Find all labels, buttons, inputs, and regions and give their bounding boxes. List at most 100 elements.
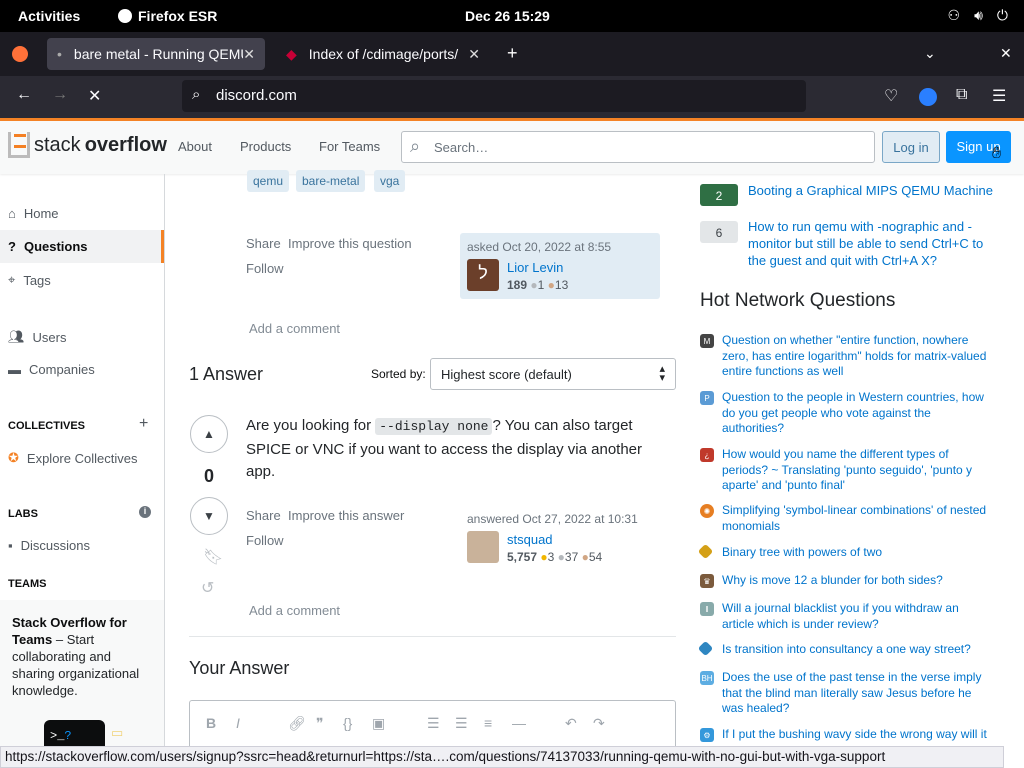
upvote-button[interactable]: ▲ <box>190 415 228 453</box>
quote-icon[interactable]: ❞ <box>316 715 324 732</box>
bronze-badge-icon: ● <box>547 278 555 292</box>
hnq-item[interactable]: ⚙ If I put the bushing wavy side the wron… <box>700 727 990 743</box>
italic-icon[interactable]: I <box>236 715 240 731</box>
downvote-button[interactable]: ▼ <box>190 497 228 535</box>
silver-badge-icon: ● <box>557 550 565 564</box>
url-bar[interactable]: ⌕ discord.com <box>182 80 806 112</box>
hnq-item[interactable]: P Question to the people in Western count… <box>700 390 990 437</box>
answer-body: Are you looking for --display none? You … <box>246 415 666 484</box>
your-answer-heading: Your Answer <box>189 658 290 678</box>
nav-products[interactable]: Products <box>240 139 291 154</box>
add-comment-link[interactable]: Add a comment <box>249 603 340 618</box>
forward-icon[interactable]: → <box>52 86 68 104</box>
stackoverflow-logo[interactable]: stack overflow <box>8 132 167 158</box>
collectives-icon: ✪ <box>8 450 19 465</box>
firefox-view-icon[interactable] <box>12 46 28 62</box>
hnq-item[interactable]: Binary tree with powers of two <box>697 543 990 561</box>
hnq-item[interactable]: ✺ Simplifying 'symbol-linear combinations… <box>700 503 990 534</box>
link-icon[interactable]: 🔗︎ <box>288 715 306 732</box>
user-name-link[interactable]: Lior Levin <box>507 260 563 275</box>
site-icon: ‖ <box>700 602 714 616</box>
user-name-link[interactable]: stsquad <box>507 532 553 547</box>
add-comment-link[interactable]: Add a comment <box>249 321 340 336</box>
nav-tags[interactable]: ⌖ Tags <box>8 272 51 288</box>
stop-icon[interactable]: ✕ <box>88 86 101 106</box>
sorted-by-label: Sorted by: <box>371 367 426 381</box>
undo-icon[interactable]: ↶ <box>565 715 577 732</box>
tab-bare-metal[interactable]: • bare metal - Running QEMU ✕ <box>47 38 265 70</box>
asked-date[interactable]: asked Oct 20, 2022 at 8:55 <box>467 240 611 254</box>
system-tray[interactable]: ⚇ 🔊︎ ⏻ <box>948 7 1008 24</box>
login-button[interactable]: Log in <box>882 131 940 163</box>
nav-home[interactable]: ⌂ Home <box>8 206 59 221</box>
account-icon[interactable] <box>919 88 937 106</box>
left-sidebar: ⌂ Home ? Questions ⌖ Tags 👥︎ Users ▬ Companie… <box>0 174 165 750</box>
hnq-item[interactable]: BH Does the use of the past tense in the … <box>700 670 990 717</box>
avatar[interactable] <box>467 531 499 563</box>
discussions-icon: ▪ <box>8 538 13 553</box>
avatar[interactable]: ל <box>467 259 499 291</box>
app-name: Firefox ESR <box>138 8 218 24</box>
extensions-icon[interactable]: ⧉ <box>956 86 967 104</box>
new-tab-button[interactable]: + <box>507 43 518 64</box>
close-tab-icon[interactable]: ✕ <box>468 46 480 63</box>
bookmark-icon[interactable]: 🔖︎ <box>203 547 223 567</box>
power-icon: ⏻ <box>996 7 1008 23</box>
menu-icon[interactable]: ☰ <box>992 86 1006 106</box>
redo-icon[interactable]: ↷ <box>593 715 605 732</box>
app-menu[interactable]: Firefox ESR <box>118 8 217 24</box>
bold-icon[interactable]: B <box>206 715 216 731</box>
answered-date[interactable]: answered Oct 27, 2022 at 10:31 <box>467 512 638 526</box>
nav-companies[interactable]: ▬ Companies <box>8 362 95 377</box>
nav-explore-collectives[interactable]: ✪ Explore Collectives <box>8 450 137 466</box>
nav-label: Users <box>32 329 67 345</box>
close-tab-icon[interactable]: ✕ <box>243 46 255 63</box>
nav-about[interactable]: About <box>178 139 212 154</box>
tag-qemu[interactable]: qemu <box>247 170 290 192</box>
tag-vga[interactable]: vga <box>374 170 406 192</box>
signup-button[interactable]: Sign up <box>946 131 1011 163</box>
image-icon[interactable]: ▣ <box>372 715 385 732</box>
horizontal-rule-icon[interactable]: — <box>512 715 526 731</box>
nav-for-teams[interactable]: For Teams <box>319 139 380 154</box>
clock[interactable]: Dec 26 15:29 <box>465 8 550 24</box>
add-collective-icon[interactable]: + <box>139 415 148 433</box>
heading-icon[interactable]: ≡ <box>484 715 492 731</box>
related-question[interactable]: 2 Booting a Graphical MIPS QEMU Machine <box>700 182 998 206</box>
url-text: discord.com <box>216 87 297 104</box>
hnq-item[interactable]: M Question on whether "entire function, n… <box>700 333 990 380</box>
close-window-icon[interactable]: ✕ <box>1000 45 1012 62</box>
related-question[interactable]: 6 How to run qemu with -nographic and -m… <box>700 218 998 269</box>
activities-button[interactable]: Activities <box>18 8 80 24</box>
improve-question-link[interactable]: Improve this question <box>288 236 412 251</box>
tag-bare-metal[interactable]: bare-metal <box>296 170 366 192</box>
silver-count: 37 <box>564 550 579 564</box>
nav-questions[interactable]: ? Questions <box>0 230 164 263</box>
hnq-item[interactable]: ‖ Will a journal blacklist you if you wit… <box>700 601 990 632</box>
bulleted-list-icon[interactable]: ☰ <box>455 715 468 732</box>
nav-discussions[interactable]: ▪ Discussions <box>8 538 90 553</box>
improve-answer-link[interactable]: Improve this answer <box>288 508 404 523</box>
sort-value: Highest score (default) <box>441 367 572 382</box>
nav-users[interactable]: 👥︎ Users <box>8 329 66 345</box>
pocket-icon[interactable]: ♡ <box>884 86 898 106</box>
hnq-title: Does the use of the past tense in the ve… <box>722 670 982 715</box>
tab-cdimage[interactable]: ◆ Index of /cdimage/ports/ ✕ <box>276 38 490 70</box>
hnq-item[interactable]: ¿ How would you name the different types … <box>700 447 990 494</box>
share-link[interactable]: Share <box>246 508 281 523</box>
hnq-item[interactable]: Is transition into consultancy a one way… <box>697 640 990 658</box>
answer-count-badge: 2 <box>700 184 738 206</box>
vote-count: 0 <box>204 466 215 486</box>
follow-link[interactable]: Follow <box>246 533 284 548</box>
info-icon[interactable]: i <box>139 506 151 518</box>
code-icon[interactable]: {} <box>343 715 352 731</box>
back-icon[interactable]: ← <box>16 86 32 104</box>
hnq-item[interactable]: ♛ Why is move 12 a blunder for both sides… <box>700 573 990 589</box>
follow-link[interactable]: Follow <box>246 261 284 276</box>
share-link[interactable]: Share <box>246 236 281 251</box>
search-input[interactable]: ⌕ Search… <box>401 131 875 163</box>
sort-select[interactable]: Highest score (default) ▴ ▾ <box>430 358 676 390</box>
numbered-list-icon[interactable]: ☰ <box>427 715 440 732</box>
history-icon[interactable]: ↺ <box>201 578 214 598</box>
list-tabs-icon[interactable]: ⌄ <box>924 45 936 62</box>
